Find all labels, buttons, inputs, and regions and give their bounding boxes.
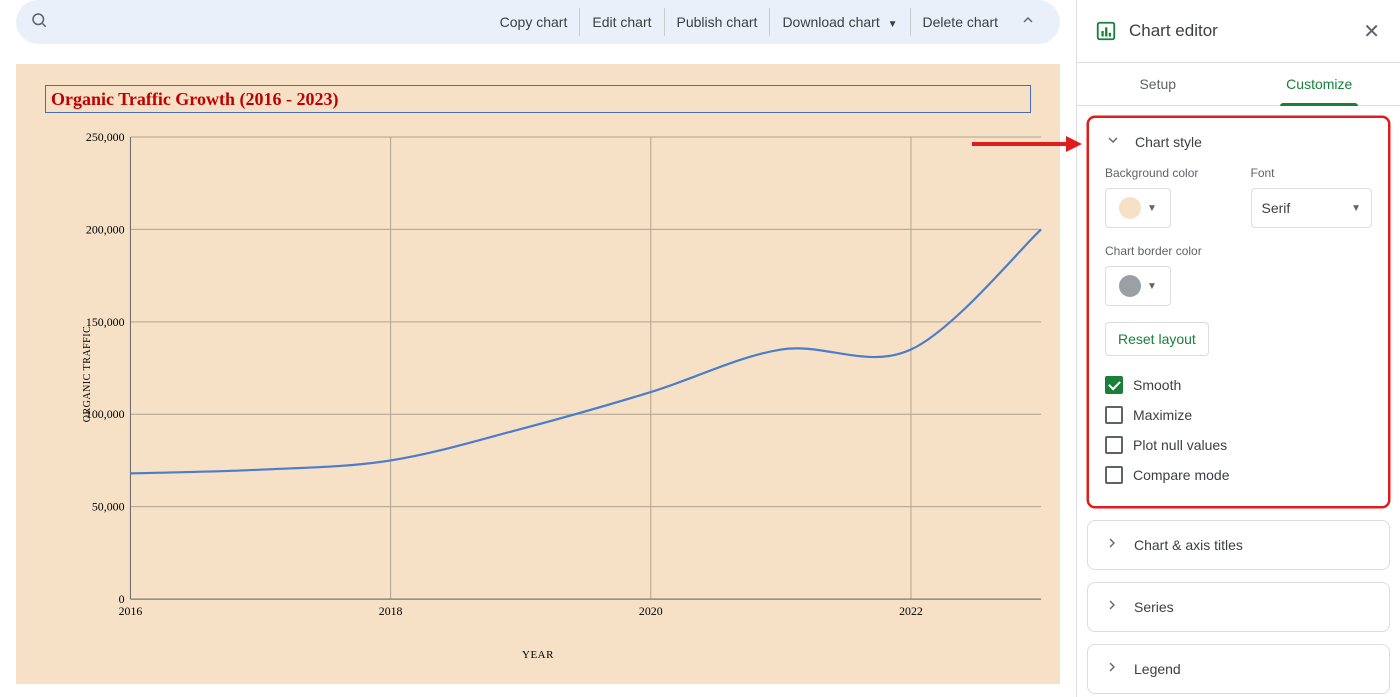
smooth-checkbox[interactable]	[1105, 376, 1123, 394]
section-series: Series	[1087, 582, 1390, 632]
compare-checkbox-row[interactable]: Compare mode	[1105, 460, 1372, 490]
svg-text:200,000: 200,000	[86, 222, 125, 236]
svg-text:2016: 2016	[119, 604, 143, 618]
bg-color-swatch	[1119, 197, 1141, 219]
svg-text:250,000: 250,000	[86, 133, 125, 144]
svg-text:2022: 2022	[899, 604, 923, 618]
chevron-right-icon	[1104, 659, 1124, 680]
annotation-arrow-icon	[972, 136, 1082, 152]
line-chart: 050,000100,000150,000200,000250,00020162…	[77, 133, 1047, 621]
publish-chart-button[interactable]: Publish chart	[665, 8, 771, 36]
smooth-label: Smooth	[1133, 377, 1181, 393]
tab-customize[interactable]: Customize	[1239, 63, 1400, 105]
chart-editor-icon	[1095, 20, 1117, 42]
delete-chart-button[interactable]: Delete chart	[911, 8, 1010, 36]
svg-text:2020: 2020	[639, 604, 663, 618]
svg-text:50,000: 50,000	[92, 500, 125, 514]
maximize-label: Maximize	[1133, 407, 1192, 423]
border-color-picker[interactable]: ▼	[1105, 266, 1171, 306]
compare-checkbox[interactable]	[1105, 466, 1123, 484]
svg-text:150,000: 150,000	[86, 315, 125, 329]
collapse-toolbar-button[interactable]	[1010, 12, 1046, 33]
download-chart-label: Download chart	[782, 14, 879, 30]
section-chart-axis-titles: Chart & axis titles	[1087, 520, 1390, 570]
compare-label: Compare mode	[1133, 467, 1230, 483]
section-chart-style-label: Chart style	[1135, 134, 1202, 150]
section-chart-style-header[interactable]: Chart style	[1089, 118, 1388, 166]
chart-title[interactable]: Organic Traffic Growth (2016 - 2023)	[47, 85, 338, 113]
section-legend: Legend	[1087, 644, 1390, 694]
svg-text:100,000: 100,000	[86, 407, 125, 421]
copy-chart-button[interactable]: Copy chart	[488, 8, 581, 36]
plot-null-label: Plot null values	[1133, 437, 1227, 453]
caret-down-icon: ▼	[1351, 203, 1361, 214]
border-color-label: Chart border color	[1105, 244, 1202, 258]
section-chart-axis-titles-header[interactable]: Chart & axis titles	[1088, 521, 1389, 569]
font-label: Font	[1251, 166, 1373, 180]
bg-color-label: Background color	[1105, 166, 1227, 180]
section-series-label: Series	[1134, 599, 1174, 615]
plot-null-checkbox-row[interactable]: Plot null values	[1105, 430, 1372, 460]
search-icon[interactable]	[30, 11, 48, 34]
section-chart-axis-titles-label: Chart & axis titles	[1134, 537, 1243, 553]
chevron-right-icon	[1104, 535, 1124, 556]
tab-setup[interactable]: Setup	[1077, 63, 1239, 105]
section-legend-label: Legend	[1134, 661, 1181, 677]
font-dropdown[interactable]: Serif ▼	[1251, 188, 1373, 228]
smooth-checkbox-row[interactable]: Smooth	[1105, 370, 1372, 400]
x-axis-label: YEAR	[522, 649, 554, 661]
chart-editor-panel: Chart editor ✕ Setup Customize Chart sty…	[1076, 0, 1400, 697]
edit-chart-button[interactable]: Edit chart	[580, 8, 664, 36]
font-value: Serif	[1262, 200, 1352, 216]
editor-title: Chart editor	[1129, 21, 1363, 41]
maximize-checkbox[interactable]	[1105, 406, 1123, 424]
close-icon[interactable]: ✕	[1363, 19, 1380, 44]
section-chart-style: Chart style Background color ▼ Font Se	[1087, 116, 1390, 508]
maximize-checkbox-row[interactable]: Maximize	[1105, 400, 1372, 430]
bg-color-picker[interactable]: ▼	[1105, 188, 1171, 228]
chevron-right-icon	[1104, 597, 1124, 618]
editor-tabs: Setup Customize	[1077, 62, 1400, 106]
chart-canvas[interactable]: Organic Traffic Growth (2016 - 2023) ORG…	[16, 64, 1060, 684]
caret-down-icon: ▼	[1147, 203, 1157, 214]
border-color-swatch	[1119, 275, 1141, 297]
section-series-header[interactable]: Series	[1088, 583, 1389, 631]
chevron-down-icon	[1105, 132, 1125, 153]
plot-null-checkbox[interactable]	[1105, 436, 1123, 454]
download-chart-button[interactable]: Download chart ▼	[770, 8, 910, 36]
caret-down-icon: ▼	[888, 19, 898, 30]
chart-toolbar: Copy chart Edit chart Publish chart Down…	[16, 0, 1060, 44]
caret-down-icon: ▼	[1147, 281, 1157, 292]
section-legend-header[interactable]: Legend	[1088, 645, 1389, 693]
reset-layout-button[interactable]: Reset layout	[1105, 322, 1209, 356]
svg-text:2018: 2018	[379, 604, 403, 618]
